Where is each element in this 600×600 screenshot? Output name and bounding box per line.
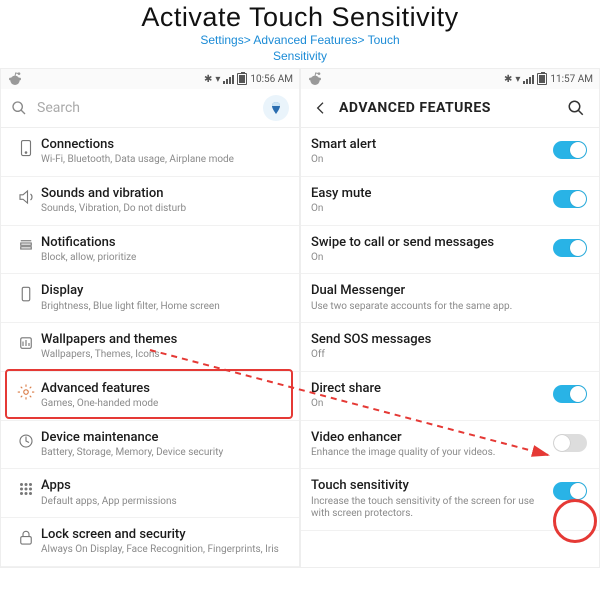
label: Send SOS messages bbox=[311, 332, 587, 348]
sub: On bbox=[311, 203, 553, 216]
bluetooth-icon: ✱ bbox=[204, 74, 212, 85]
sub: On bbox=[311, 398, 553, 411]
sub: Wi-Fi, Bluetooth, Data usage, Airplane m… bbox=[41, 154, 287, 167]
connections-icon bbox=[11, 137, 41, 157]
row-advanced-features[interactable]: Advanced featuresGames, One-handed mode bbox=[1, 372, 299, 421]
label: Wallpapers and themes bbox=[41, 332, 287, 348]
row-notifications[interactable]: NotificationsBlock, allow, prioritize bbox=[1, 226, 299, 275]
sub: Wallpapers, Themes, Icons bbox=[41, 349, 287, 362]
sub: Default apps, App permissions bbox=[41, 496, 287, 509]
sub: On bbox=[311, 252, 553, 265]
label: Dual Messenger bbox=[311, 283, 587, 299]
row-sounds[interactable]: Sounds and vibrationSounds, Vibration, D… bbox=[1, 177, 299, 226]
apps-icon bbox=[11, 478, 41, 498]
panels: ✱ ▾ 10:56 AM Search ConnectionsWi-Fi, Bl… bbox=[0, 68, 600, 568]
sub: Enhance the image quality of your videos… bbox=[311, 447, 553, 460]
row-connections[interactable]: ConnectionsWi-Fi, Bluetooth, Data usage,… bbox=[1, 128, 299, 177]
clock: 11:57 AM bbox=[550, 74, 593, 85]
label: Smart alert bbox=[311, 137, 553, 153]
sub: Brightness, Blue light filter, Home scre… bbox=[41, 301, 287, 314]
sub: Increase the touch sensitivity of the sc… bbox=[311, 496, 553, 521]
search-icon bbox=[11, 100, 29, 116]
row-display[interactable]: Display Brightness, Blue light filter, Ho… bbox=[1, 274, 299, 323]
advanced-features-panel: ✱ ▾ 11:57 AM ADVANCED FEATURES Smart ale… bbox=[300, 68, 600, 568]
row-wallpapers[interactable]: Wallpapers and themesWallpapers, Themes,… bbox=[1, 323, 299, 372]
row-easy-mute[interactable]: Easy muteOn bbox=[301, 177, 599, 226]
toggle-smart-alert[interactable] bbox=[553, 141, 587, 159]
row-lock-screen[interactable]: Lock screen and securityAlways On Displa… bbox=[1, 518, 299, 567]
row-smart-alert[interactable]: Smart alertOn bbox=[301, 128, 599, 177]
notifications-icon bbox=[11, 235, 41, 255]
reddit-icon bbox=[7, 71, 23, 87]
label: Advanced features bbox=[41, 381, 287, 397]
label: Swipe to call or send messages bbox=[311, 235, 553, 251]
row-send-sos[interactable]: Send SOS messagesOff bbox=[301, 323, 599, 372]
features-list: Smart alertOn Easy muteOn Swipe to call … bbox=[301, 128, 599, 531]
sub: On bbox=[311, 154, 553, 167]
toggle-direct-share[interactable] bbox=[553, 385, 587, 403]
page-title: Activate Touch Sensitivity bbox=[0, 2, 600, 33]
lock-icon bbox=[11, 527, 41, 547]
row-device-maintenance[interactable]: Device maintenanceBattery, Storage, Memo… bbox=[1, 421, 299, 470]
settings-list: ConnectionsWi-Fi, Bluetooth, Data usage,… bbox=[1, 128, 299, 567]
toggle-video-enhancer[interactable] bbox=[553, 434, 587, 452]
breadcrumb-line1: Settings> Advanced Features> Touch bbox=[0, 33, 600, 49]
label: Direct share bbox=[311, 381, 553, 397]
label: Connections bbox=[41, 137, 287, 153]
reddit-icon bbox=[307, 71, 323, 87]
label: Lock screen and security bbox=[41, 527, 287, 543]
sub: Games, One-handed mode bbox=[41, 398, 287, 411]
signal-icon bbox=[523, 75, 534, 84]
wallpapers-icon bbox=[11, 332, 41, 352]
search-placeholder: Search bbox=[29, 100, 263, 116]
toggle-swipe-call[interactable] bbox=[553, 239, 587, 257]
label: Apps bbox=[41, 478, 287, 494]
sub: Use two separate accounts for the same a… bbox=[311, 301, 587, 314]
battery-icon bbox=[537, 73, 547, 85]
wifi-icon: ▾ bbox=[515, 74, 520, 85]
label: Display bbox=[41, 283, 287, 299]
sub: Always On Display, Face Recognition, Fin… bbox=[41, 544, 287, 557]
screen-title: ADVANCED FEATURES bbox=[333, 100, 567, 116]
status-bar: ✱ ▾ 10:56 AM bbox=[1, 69, 299, 89]
sub: Battery, Storage, Memory, Device securit… bbox=[41, 447, 287, 460]
label: Notifications bbox=[41, 235, 287, 251]
row-touch-sensitivity[interactable]: Touch sensitivity Increase the touch sens… bbox=[301, 469, 599, 530]
display-icon bbox=[11, 283, 41, 303]
label: Sounds and vibration bbox=[41, 186, 287, 202]
row-dual-messenger[interactable]: Dual Messenger Use two separate accounts … bbox=[301, 274, 599, 323]
back-button[interactable] bbox=[313, 100, 333, 116]
advanced-icon bbox=[11, 381, 41, 401]
row-swipe-call[interactable]: Swipe to call or send messagesOn bbox=[301, 226, 599, 275]
row-video-enhancer[interactable]: Video enhancerEnhance the image quality … bbox=[301, 421, 599, 470]
sub: Sounds, Vibration, Do not disturb bbox=[41, 203, 287, 216]
label: Device maintenance bbox=[41, 430, 287, 446]
breadcrumb-line2: Sensitivity bbox=[0, 49, 600, 65]
toggle-touch-sensitivity[interactable] bbox=[553, 482, 587, 500]
label: Video enhancer bbox=[311, 430, 553, 446]
settings-panel: ✱ ▾ 10:56 AM Search ConnectionsWi-Fi, Bl… bbox=[0, 68, 300, 568]
search-button[interactable] bbox=[567, 99, 587, 117]
sounds-icon bbox=[11, 186, 41, 206]
bluetooth-icon: ✱ bbox=[504, 74, 512, 85]
avatar[interactable] bbox=[263, 95, 289, 121]
sub: Off bbox=[311, 349, 587, 362]
maintenance-icon bbox=[11, 430, 41, 450]
search-bar[interactable]: Search bbox=[1, 89, 299, 128]
label: Touch sensitivity bbox=[311, 478, 553, 494]
status-bar: ✱ ▾ 11:57 AM bbox=[301, 69, 599, 89]
wifi-icon: ▾ bbox=[215, 74, 220, 85]
sub: Block, allow, prioritize bbox=[41, 252, 287, 265]
toggle-easy-mute[interactable] bbox=[553, 190, 587, 208]
row-direct-share[interactable]: Direct shareOn bbox=[301, 372, 599, 421]
clock: 10:56 AM bbox=[250, 74, 293, 85]
label: Easy mute bbox=[311, 186, 553, 202]
row-apps[interactable]: Apps Default apps, App permissions bbox=[1, 469, 299, 518]
title-bar: ADVANCED FEATURES bbox=[301, 89, 599, 128]
page-header: Activate Touch Sensitivity Settings> Adv… bbox=[0, 0, 600, 68]
signal-icon bbox=[223, 75, 234, 84]
battery-icon bbox=[237, 73, 247, 85]
